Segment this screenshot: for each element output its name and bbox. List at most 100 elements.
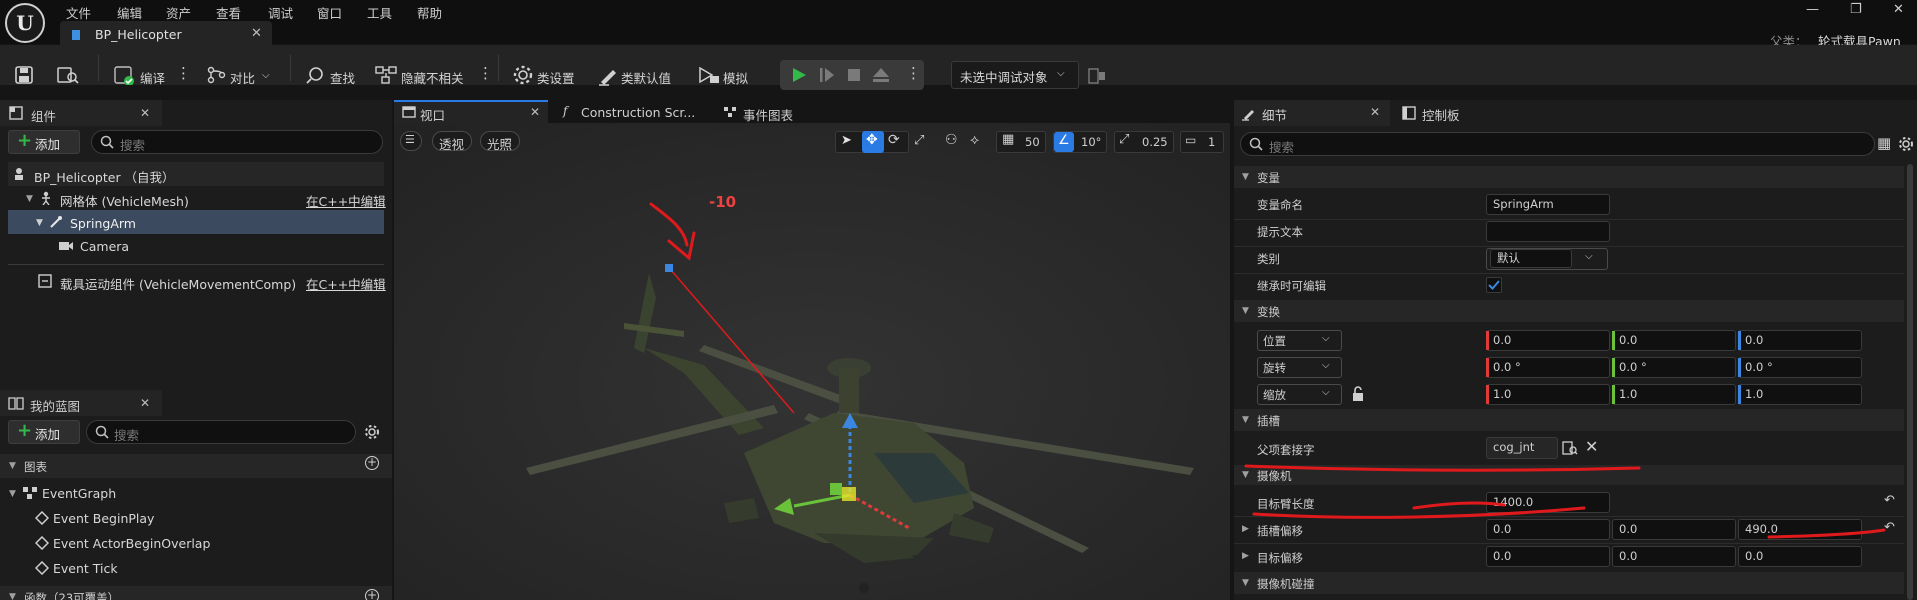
add-graph-icon[interactable]: + [365, 456, 379, 470]
expand-arrow-icon[interactable]: ▼ [36, 218, 43, 228]
tooltip-input[interactable] [1486, 221, 1610, 242]
scale-icon[interactable]: ⤢ [914, 133, 924, 148]
location-x-input[interactable]: 0.0 [1486, 330, 1610, 351]
minimize-icon[interactable]: — [1806, 2, 1819, 17]
graphs-section-header[interactable] [0, 454, 392, 478]
find-icon[interactable] [305, 65, 327, 85]
table-view-icon[interactable]: ▦ [1877, 134, 1891, 152]
expand-arrow-icon[interactable]: ▶ [1242, 551, 1249, 561]
close-icon[interactable]: ✕ [140, 106, 150, 120]
transform-section-header[interactable] [1234, 300, 1904, 322]
diff-button[interactable]: 对比 [230, 68, 255, 87]
class-defaults-button[interactable]: 类默认值 [621, 68, 671, 87]
edit-in-cpp-link[interactable]: 在C++中编辑 [306, 191, 386, 210]
scale-x-input[interactable]: 1.0 [1486, 384, 1610, 405]
components-tab[interactable] [0, 100, 162, 126]
collapse-arrow-icon[interactable]: ▼ [1242, 578, 1249, 588]
compile-button[interactable]: 编译 [140, 68, 165, 87]
maximize-icon[interactable]: ❐ [1850, 2, 1862, 17]
target-offset-x-input[interactable]: 0.0 [1486, 546, 1610, 567]
rotate-icon[interactable]: ⟳ [888, 132, 900, 148]
tab-close-icon[interactable]: ✕ [251, 26, 262, 41]
scale-y-input[interactable]: 1.0 [1612, 384, 1736, 405]
play-icon[interactable] [790, 66, 808, 84]
event-graph-item[interactable]: EventGraph [42, 486, 116, 501]
step-forward-icon[interactable] [818, 66, 836, 84]
hide-options-icon[interactable]: ⋮ [478, 64, 493, 82]
scale-snap-value: 0.25 [1142, 135, 1168, 149]
settings-gear-icon[interactable] [364, 424, 380, 440]
hide-unrelated-button[interactable]: 隐藏不相关 [401, 68, 464, 87]
tree-item-springarm-selected[interactable] [8, 210, 384, 234]
edit-in-cpp-link[interactable]: 在C++中编辑 [306, 274, 386, 293]
menu-tools[interactable]: 工具 [367, 3, 392, 22]
location-y-input[interactable]: 0.0 [1612, 330, 1736, 351]
menu-window[interactable]: 窗口 [317, 3, 342, 22]
gear-icon[interactable] [512, 64, 534, 86]
find-button[interactable]: 查找 [330, 68, 355, 87]
select-mode-icon[interactable]: ➤ [841, 133, 852, 148]
class-defaults-icon[interactable] [597, 64, 619, 86]
event-item[interactable]: Event BeginPlay [53, 511, 154, 526]
collapse-arrow-icon[interactable]: ▼ [1242, 415, 1249, 425]
surface-snap-icon[interactable]: ⟡ [970, 132, 979, 148]
unreal-logo-icon[interactable]: U [5, 3, 45, 43]
my-blueprint-tab[interactable] [0, 390, 162, 416]
play-options-icon[interactable]: ⋮ [906, 64, 921, 82]
eject-icon[interactable] [871, 66, 891, 84]
target-offset-y-input[interactable]: 0.0 [1612, 546, 1736, 567]
tab-viewport[interactable] [394, 100, 548, 124]
expand-arrow-icon[interactable]: ▼ [26, 194, 33, 204]
close-icon[interactable]: ✕ [530, 105, 540, 119]
collapse-arrow-icon[interactable]: ▼ [1242, 172, 1249, 182]
menu-file[interactable]: 文件 [66, 3, 91, 22]
local-world-icon[interactable]: ⚇ [945, 132, 958, 148]
lock-icon[interactable] [1351, 386, 1365, 402]
socket-section-header[interactable] [1234, 409, 1904, 431]
close-window-icon[interactable]: ✕ [1893, 2, 1904, 17]
event-item[interactable]: Event ActorBeginOverlap [53, 536, 210, 551]
rotation-x-input[interactable]: 0.0 ° [1486, 357, 1610, 378]
target-offset-z-input[interactable]: 0.0 [1738, 546, 1862, 567]
tab-palette[interactable]: 控制板 [1422, 105, 1460, 124]
collapse-arrow-icon[interactable]: ▼ [9, 461, 16, 471]
simulate-button[interactable]: 模拟 [723, 68, 748, 87]
compile-status-icon[interactable] [113, 65, 135, 85]
collapse-arrow-icon[interactable]: ▼ [1242, 306, 1249, 316]
diff-icon[interactable] [206, 66, 228, 84]
chevron-down-icon[interactable]: ⌵ [262, 70, 270, 81]
components-icon [9, 106, 23, 120]
compile-options-icon[interactable]: ⋮ [176, 64, 191, 82]
var-name-input[interactable]: SpringArm [1486, 194, 1610, 215]
close-icon[interactable]: ✕ [140, 396, 150, 410]
menu-debug[interactable]: 调试 [268, 3, 293, 22]
hide-unrelated-icon[interactable] [374, 65, 398, 85]
browse-asset-icon[interactable] [56, 65, 80, 85]
tab-details[interactable] [1234, 100, 1390, 126]
settings-gear-icon[interactable] [1898, 136, 1914, 152]
menu-help[interactable]: 帮助 [417, 3, 442, 22]
location-z-input[interactable]: 0.0 [1738, 330, 1862, 351]
details-search-input[interactable] [1240, 132, 1875, 156]
rotation-z-input[interactable]: 0.0 ° [1738, 357, 1862, 378]
simulate-icon[interactable] [697, 64, 721, 86]
debug-filter-icon[interactable] [1088, 67, 1106, 85]
menu-view[interactable]: 查看 [216, 3, 241, 22]
rotation-y-input[interactable]: 0.0 ° [1612, 357, 1736, 378]
class-settings-button[interactable]: 类设置 [537, 68, 575, 87]
tab-event-graph[interactable]: 事件图表 [743, 105, 793, 124]
add-function-icon[interactable]: + [365, 589, 379, 600]
tab-construction-script[interactable]: Construction Scr... [581, 105, 695, 120]
save-icon[interactable] [14, 65, 34, 85]
collapse-arrow-icon[interactable]: ▼ [9, 592, 16, 600]
close-icon[interactable]: ✕ [1370, 105, 1380, 119]
viewport-canvas[interactable]: -10 [394, 123, 1230, 600]
event-item[interactable]: Event Tick [53, 561, 118, 576]
menu-edit[interactable]: 编辑 [117, 3, 142, 22]
expand-arrow-icon[interactable]: ▼ [9, 489, 16, 499]
variable-section-header[interactable] [1234, 166, 1904, 188]
menu-asset[interactable]: 资产 [166, 3, 191, 22]
stop-icon[interactable] [846, 67, 862, 83]
scale-z-input[interactable]: 1.0 [1738, 384, 1862, 405]
camera-collision-section-header[interactable] [1234, 572, 1904, 594]
